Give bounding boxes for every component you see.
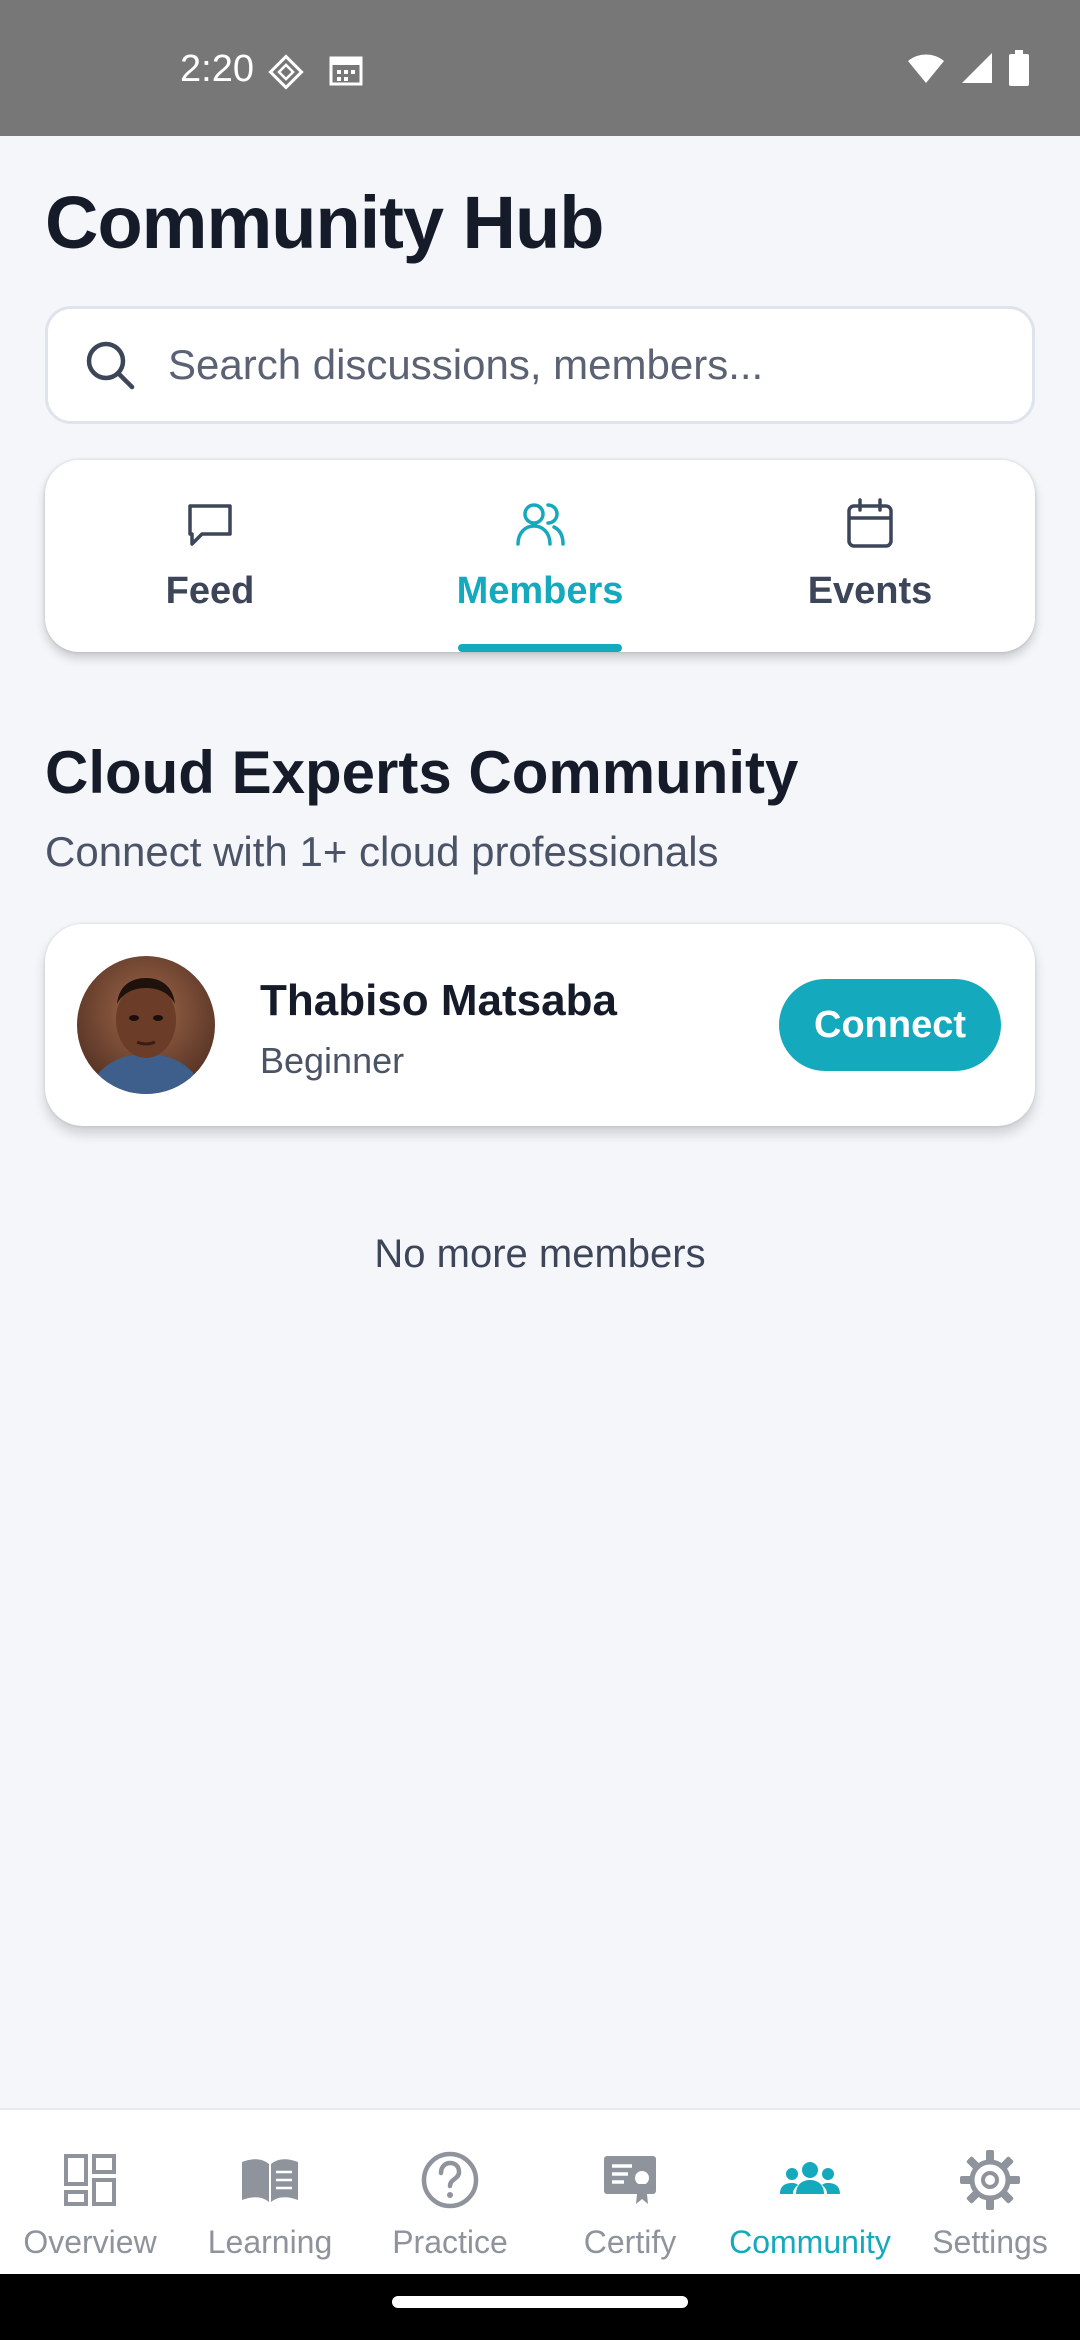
signal-icon (962, 53, 992, 83)
nav-label-certify: Certify (583, 2224, 677, 2260)
active-tab-indicator (458, 644, 622, 652)
dashboard-icon (64, 2154, 116, 2206)
gear-icon (960, 2150, 1020, 2210)
home-gesture-handle[interactable] (392, 2296, 688, 2308)
status-time: 2:20 (180, 48, 254, 90)
search-icon (82, 337, 138, 393)
nav-label-practice: Practice (392, 2224, 508, 2260)
calendar-icon (847, 498, 893, 548)
battery-icon (1009, 50, 1029, 86)
member-level: Beginner (260, 1040, 405, 1081)
search-input[interactable] (168, 341, 988, 389)
chat-bubble-icon (188, 504, 232, 546)
connect-button[interactable]: Connect (779, 979, 1001, 1071)
users-icon (516, 503, 565, 546)
member-name: Thabiso Matsaba (260, 976, 617, 1025)
people-icon (780, 2162, 840, 2194)
nav-item-overview[interactable]: Overview (0, 2110, 180, 2274)
section-subtitle: Connect with 1+ cloud professionals (45, 828, 719, 875)
nav-item-practice[interactable]: Practice (360, 2110, 540, 2274)
nav-label-overview: Overview (23, 2224, 157, 2260)
wifi-icon (908, 54, 944, 83)
search-bar[interactable] (45, 306, 1035, 424)
tab-bar: Feed Members Events (45, 460, 1035, 652)
page-title: Community Hub (45, 181, 604, 264)
nav-label-settings: Settings (932, 2224, 1048, 2260)
question-icon (421, 2151, 479, 2209)
bottom-nav: Overview Learning Practice Certify Commu… (0, 2108, 1080, 2274)
tab-events-label: Events (807, 570, 933, 612)
nav-label-community: Community (729, 2224, 891, 2260)
book-icon (242, 2159, 298, 2202)
nav-item-community[interactable]: Community (720, 2110, 900, 2274)
empty-state-text: No more members (374, 1232, 706, 1276)
tab-events[interactable]: Events (705, 460, 1035, 652)
tab-members[interactable]: Members (375, 460, 705, 652)
status-bar: 2:20 (0, 0, 1080, 136)
gesture-bar (0, 2274, 1080, 2340)
tab-members-label: Members (456, 570, 624, 612)
avatar[interactable] (77, 956, 215, 1094)
nav-item-learning[interactable]: Learning (180, 2110, 360, 2274)
diamond-app-icon (268, 54, 304, 90)
calendar-status-icon (329, 56, 363, 86)
nav-item-settings[interactable]: Settings (900, 2110, 1080, 2274)
certificate-icon (604, 2156, 656, 2204)
tab-feed-label: Feed (165, 570, 255, 612)
tab-feed[interactable]: Feed (45, 460, 375, 652)
nav-item-certify[interactable]: Certify (540, 2110, 720, 2274)
member-card[interactable]: Thabiso Matsaba Beginner Connect (45, 924, 1035, 1126)
section-title: Cloud Experts Community (45, 739, 799, 806)
nav-label-learning: Learning (207, 2224, 333, 2260)
